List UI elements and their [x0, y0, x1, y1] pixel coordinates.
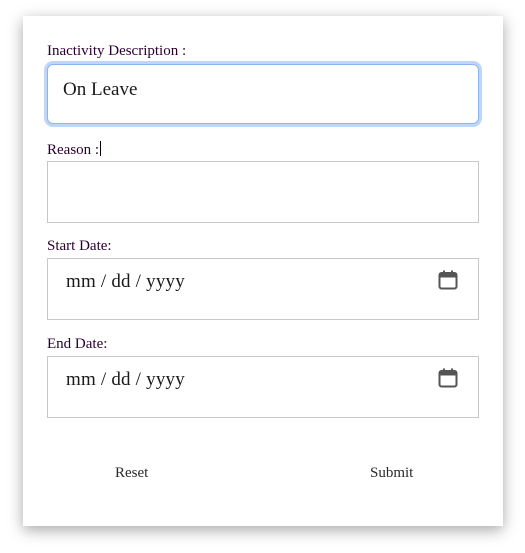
inactivity-form: Inactivity Description : On Leave Reason… [23, 16, 503, 526]
start-date-placeholder: mm / dd / yyyy [66, 271, 185, 292]
submit-button[interactable]: Submit [370, 465, 413, 482]
end-date-placeholder: mm / dd / yyyy [66, 369, 185, 390]
reason-input[interactable] [47, 161, 479, 223]
text-caret [100, 141, 102, 156]
reason-label: Reason : [47, 142, 100, 158]
inactivity-description-input[interactable]: On Leave [47, 64, 479, 124]
inactivity-description-value: On Leave [63, 79, 138, 100]
inactivity-description-label: Inactivity Description : [47, 43, 187, 59]
reset-button[interactable]: Reset [115, 465, 148, 482]
end-date-label: End Date: [47, 336, 108, 352]
calendar-icon[interactable] [438, 368, 458, 388]
start-date-input[interactable]: mm / dd / yyyy [47, 258, 479, 320]
end-date-input[interactable]: mm / dd / yyyy [47, 356, 479, 418]
calendar-icon[interactable] [438, 270, 458, 290]
start-date-label: Start Date: [47, 238, 112, 254]
reason-label-wrap: Reason : [47, 141, 102, 159]
